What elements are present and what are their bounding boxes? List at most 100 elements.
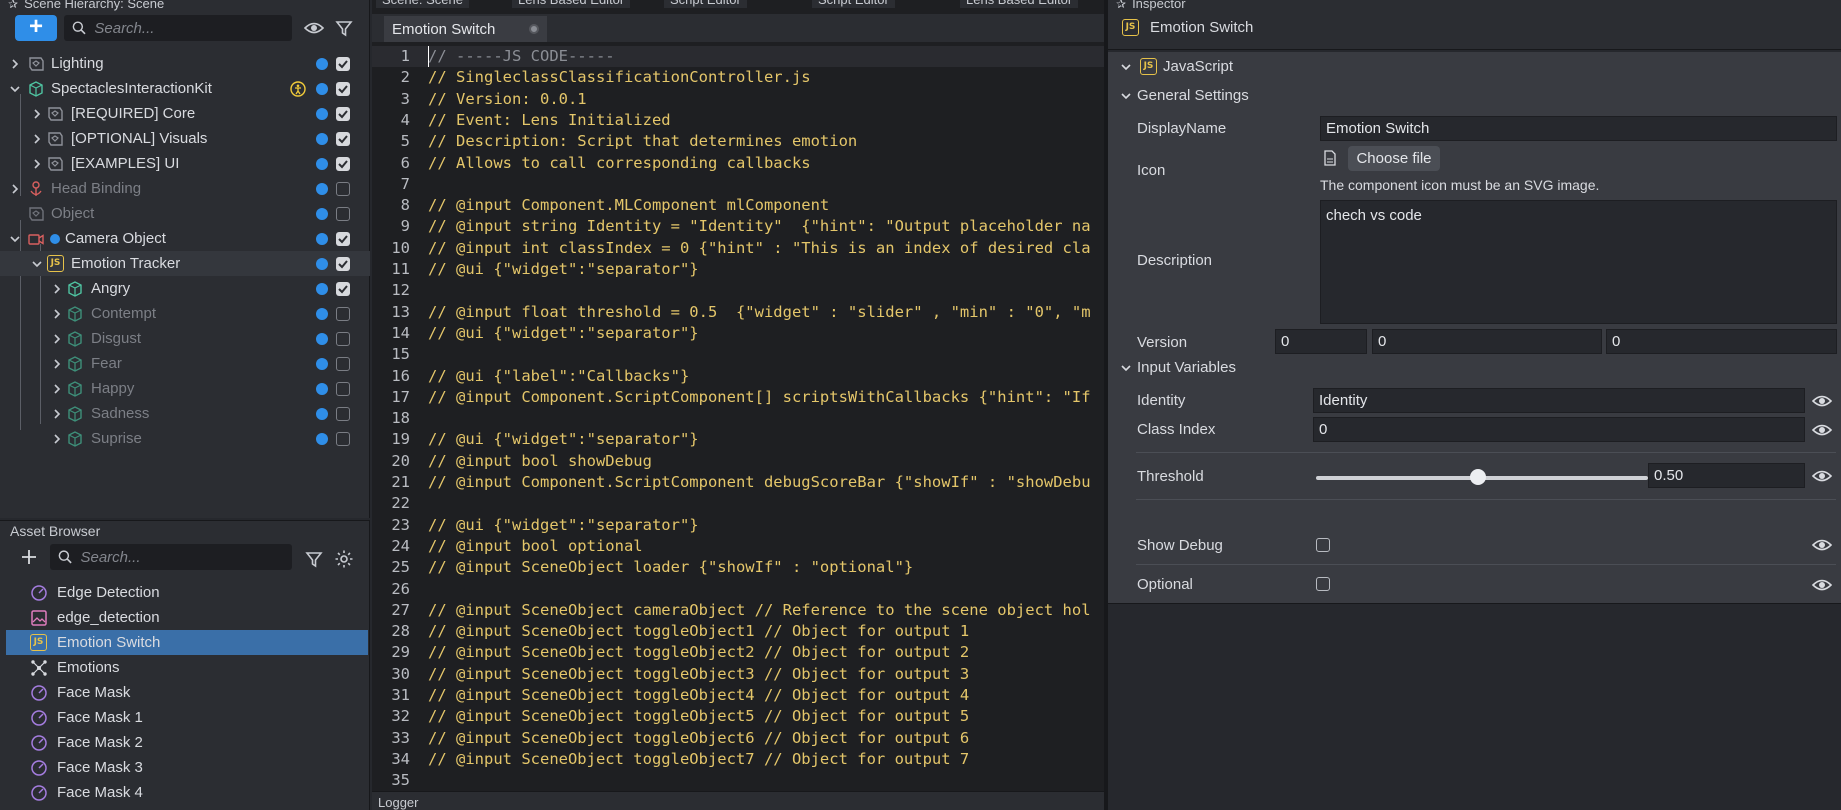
chevron-right-icon[interactable] [51, 333, 63, 345]
code-line[interactable]: 4 // Event: Lens Initialized [372, 110, 1107, 131]
tree-item-spectacles-interaction-kit[interactable]: SpectaclesInteractionKit [0, 76, 370, 101]
visibility-eye-icon[interactable] [304, 18, 324, 38]
chevron-down-icon[interactable] [9, 233, 21, 245]
visibility-dot[interactable] [316, 82, 328, 95]
code-line[interactable]: 24 // @input bool optional [372, 536, 1107, 557]
asset-search-box[interactable] [50, 544, 292, 570]
file-tab-emotion-switch[interactable]: Emotion Switch [384, 16, 547, 42]
tree-item-happy[interactable]: Happy [0, 376, 370, 401]
visibility-dot[interactable] [316, 107, 328, 120]
code-line[interactable]: 1 // -----JS CODE----- [372, 46, 1107, 67]
enabled-checkbox[interactable] [336, 381, 350, 396]
chevron-right-icon[interactable] [51, 408, 63, 420]
code-line[interactable]: 29 // @input SceneObject toggleObject2 //… [372, 642, 1107, 663]
code-line[interactable]: 32 // @input SceneObject toggleObject5 //… [372, 706, 1107, 727]
visibility-dot[interactable] [316, 332, 328, 345]
chevron-right-icon[interactable] [31, 158, 43, 170]
code-line[interactable]: 10 // @input int classIndex = 0 {"hint" :… [372, 238, 1107, 259]
visibility-dot[interactable] [316, 282, 328, 295]
visibility-dot[interactable] [316, 132, 328, 145]
eye-icon[interactable] [1812, 538, 1832, 552]
asset-item-face-mask-3[interactable]: Face Mask 3 [6, 755, 368, 780]
settings-gear-icon[interactable] [334, 549, 354, 569]
threshold-value-field[interactable]: 0.50 [1648, 463, 1805, 488]
filter-icon[interactable] [304, 549, 324, 569]
enabled-checkbox[interactable] [336, 356, 350, 371]
code-line[interactable]: 23 // @ui {"widget":"separator"} [372, 515, 1107, 536]
chevron-right-icon[interactable] [51, 433, 63, 445]
code-line[interactable]: 28 // @input SceneObject toggleObject1 //… [372, 621, 1107, 642]
asset-item-edge-detection[interactable]: Edge Detection [6, 580, 368, 605]
asset-item-emotion-switch[interactable]: JS Emotion Switch [6, 630, 368, 655]
code-line[interactable]: 18 [372, 408, 1107, 429]
code-line[interactable]: 25 // @input SceneObject loader {"showIf"… [372, 557, 1107, 578]
logger-panel-title[interactable]: Logger [372, 791, 1107, 810]
add-object-button[interactable]: + [15, 15, 57, 41]
visibility-dot[interactable] [316, 307, 328, 320]
enabled-checkbox[interactable] [336, 431, 350, 446]
enabled-checkbox[interactable] [336, 181, 350, 196]
code-line[interactable]: 30 // @input SceneObject toggleObject3 //… [372, 664, 1107, 685]
eye-icon[interactable] [1812, 394, 1832, 408]
tree-item-contempt[interactable]: Contempt [0, 301, 370, 326]
eye-icon[interactable] [1812, 578, 1832, 592]
tree-item-required-core[interactable]: [REQUIRED] Core [0, 101, 370, 126]
visibility-dot[interactable] [316, 357, 328, 370]
code-line[interactable]: 20 // @input bool showDebug [372, 451, 1107, 472]
visibility-dot[interactable] [316, 257, 328, 270]
chevron-down-icon[interactable] [1120, 90, 1132, 102]
code-line[interactable]: 26 [372, 579, 1107, 600]
eye-icon[interactable] [1812, 423, 1832, 437]
code-line[interactable]: 22 [372, 493, 1107, 514]
chevron-right-icon[interactable] [31, 108, 43, 120]
threshold-slider-thumb[interactable] [1470, 469, 1486, 485]
enabled-checkbox[interactable] [336, 306, 350, 321]
enabled-checkbox[interactable] [336, 406, 350, 421]
version-minor-field[interactable]: 0 [1372, 329, 1602, 354]
version-major-field[interactable]: 0 [1275, 329, 1367, 354]
code-line[interactable]: 14 // @ui {"widget":"separator"} [372, 323, 1107, 344]
tree-item-sadness[interactable]: Sadness [0, 401, 370, 426]
tree-item-lighting[interactable]: Lighting [0, 51, 370, 76]
asset-item-face-mask-2[interactable]: Face Mask 2 [6, 730, 368, 755]
chevron-right-icon[interactable] [51, 358, 63, 370]
chevron-down-icon[interactable] [9, 83, 21, 95]
code-line[interactable]: 12 [372, 280, 1107, 301]
asset-item-face-mask[interactable]: Face Mask [6, 680, 368, 705]
enabled-checkbox[interactable] [336, 56, 350, 71]
chevron-right-icon[interactable] [31, 133, 43, 145]
code-line[interactable]: 8 // @input Component.MLComponent mlCompo… [372, 195, 1107, 216]
tree-item-head-binding[interactable]: Head Binding [0, 176, 370, 201]
tree-item-examples-ui[interactable]: [EXAMPLES] UI [0, 151, 370, 176]
tree-item-angry[interactable]: Angry [0, 276, 370, 301]
description-textarea[interactable]: chech vs code [1320, 200, 1837, 324]
code-line[interactable]: 6 // Allows to call corresponding callbac… [372, 153, 1107, 174]
tree-item-fear[interactable]: Fear [0, 351, 370, 376]
asset-item-face-mask-4[interactable]: Face Mask 4 [6, 780, 368, 805]
scene-search-box[interactable] [64, 15, 292, 41]
code-line[interactable]: 33 // @input SceneObject toggleObject6 //… [372, 728, 1107, 749]
code-line[interactable]: 5 // Description: Script that determines … [372, 131, 1107, 152]
component-header-javascript[interactable]: JS JavaScript [1108, 56, 1841, 78]
section-general-settings[interactable]: General Settings [1108, 85, 1841, 107]
pin-icon[interactable]: ✰ [8, 0, 18, 11]
visibility-dot[interactable] [316, 207, 328, 220]
code-line[interactable]: 3 // Version: 0.0.1 [372, 89, 1107, 110]
enabled-checkbox[interactable] [336, 106, 350, 121]
code-line[interactable]: 17 // @input Component.ScriptComponent[] … [372, 387, 1107, 408]
asset-item-face-mask-1[interactable]: Face Mask 1 [6, 705, 368, 730]
add-asset-icon[interactable] [20, 548, 38, 566]
visibility-dot[interactable] [316, 182, 328, 195]
code-line[interactable]: 31 // @input SceneObject toggleObject4 //… [372, 685, 1107, 706]
eye-icon[interactable] [1812, 469, 1832, 483]
class-index-field[interactable]: 0 [1313, 417, 1805, 442]
code-line[interactable]: 16 // @ui {"label":"Callbacks"} [372, 366, 1107, 387]
tree-item-camera-object[interactable]: Camera Object [0, 226, 370, 251]
enabled-checkbox[interactable] [336, 156, 350, 171]
enabled-checkbox[interactable] [336, 256, 350, 271]
code-line[interactable]: 27 // @input SceneObject cameraObject // … [372, 600, 1107, 621]
code-line[interactable]: 13 // @input float threshold = 0.5 {"widg… [372, 302, 1107, 323]
visibility-dot[interactable] [316, 157, 328, 170]
visibility-dot[interactable] [316, 232, 328, 245]
visibility-dot[interactable] [316, 432, 328, 445]
